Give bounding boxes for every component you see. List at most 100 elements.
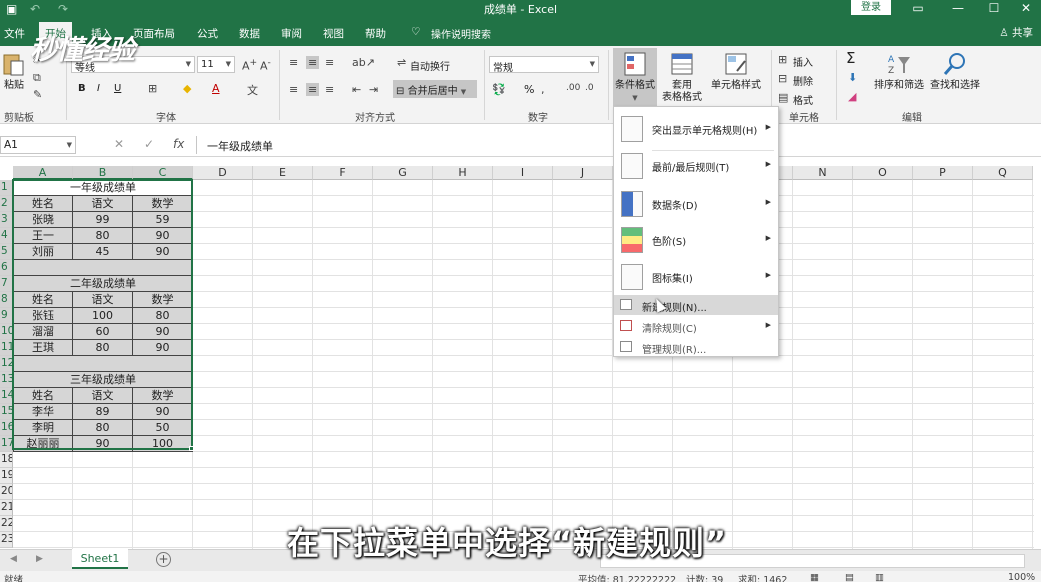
clear-icon[interactable]: ◢ — [848, 90, 856, 103]
tab-data[interactable]: 数据 — [239, 26, 260, 41]
table-data-cell[interactable]: 王一 — [13, 228, 73, 244]
data-bars-item[interactable]: 数据条(D) ▶ — [614, 189, 778, 219]
table-data-cell[interactable]: 90 — [133, 228, 193, 244]
copy-icon[interactable]: ⧉ — [33, 71, 41, 85]
page-break-view-icon[interactable]: ▥ — [875, 572, 884, 582]
sheet-tab-sheet1[interactable]: Sheet1 — [72, 549, 128, 569]
prev-sheet-icon[interactable]: ◀ — [10, 554, 17, 564]
table-data-cell[interactable]: 59 — [133, 212, 193, 228]
decrease-font-icon[interactable]: A- — [260, 57, 271, 73]
tab-page-layout[interactable]: 页面布局 — [133, 26, 175, 41]
row-header[interactable]: 5 — [0, 244, 13, 260]
row-header[interactable]: 1 — [0, 180, 13, 196]
table-data-cell[interactable]: 李华 — [13, 404, 73, 420]
row-header[interactable]: 17 — [0, 436, 13, 452]
column-header[interactable]: F — [313, 166, 373, 180]
column-header[interactable]: P — [913, 166, 973, 180]
table-header-cell[interactable]: 姓名 — [13, 292, 73, 308]
column-header[interactable]: H — [433, 166, 493, 180]
tab-file[interactable]: 文件 — [4, 26, 25, 41]
insert-cells-icon[interactable]: ⊞ — [778, 53, 787, 66]
format-cells-icon[interactable]: ▤ — [778, 91, 788, 104]
login-button[interactable]: 登录 — [851, 0, 891, 15]
row-header[interactable]: 19 — [0, 468, 13, 484]
cancel-icon[interactable]: ✕ — [114, 137, 124, 151]
paste-button[interactable]: 粘贴 — [1, 51, 27, 92]
new-rule-item[interactable]: 新建规则(N)... — [614, 295, 778, 315]
column-header[interactable]: Q — [973, 166, 1033, 180]
table-data-cell[interactable]: 50 — [133, 420, 193, 436]
column-header[interactable]: B — [73, 166, 133, 180]
row-header[interactable]: 9 — [0, 308, 13, 324]
row-header[interactable]: 6 — [0, 260, 13, 276]
number-format-select[interactable]: 常规 ▼ — [489, 56, 599, 74]
table-header-cell[interactable]: 数学 — [133, 388, 193, 404]
table-data-cell[interactable]: 100 — [73, 308, 133, 324]
add-sheet-button[interactable]: + — [156, 552, 171, 567]
table-data-cell[interactable]: 王琪 — [13, 340, 73, 356]
italic-button[interactable]: I — [97, 83, 100, 94]
cell-styles-button[interactable]: 单元格样式 — [708, 51, 764, 92]
format-as-table-button[interactable]: 套用 表格格式 — [658, 51, 706, 104]
minimize-button[interactable]: — — [943, 0, 973, 18]
table-title-cell[interactable]: 二年级成绩单 — [13, 276, 193, 292]
column-header[interactable]: C — [133, 166, 193, 180]
icon-sets-item[interactable]: 图标集(I) ▶ — [614, 262, 778, 292]
maximize-button[interactable]: ☐ — [979, 0, 1009, 18]
increase-decimal-icon[interactable]: .00 — [566, 83, 580, 93]
border-icon[interactable]: ⊞ — [148, 82, 157, 95]
table-data-cell[interactable]: 80 — [73, 340, 133, 356]
bold-button[interactable]: B — [78, 83, 86, 94]
insert-cells-button[interactable]: 插入 — [793, 54, 813, 69]
table-data-cell[interactable]: 刘丽 — [13, 244, 73, 260]
row-header[interactable]: 11 — [0, 340, 13, 356]
table-data-cell[interactable]: 溜溜 — [13, 324, 73, 340]
row-header[interactable]: 8 — [0, 292, 13, 308]
table-data-cell[interactable]: 89 — [73, 404, 133, 420]
tab-review[interactable]: 审阅 — [281, 26, 302, 41]
clear-rules-item[interactable]: 清除规则(C) ▶ — [614, 316, 778, 336]
row-header[interactable]: 10 — [0, 324, 13, 340]
table-header-cell[interactable]: 姓名 — [13, 388, 73, 404]
table-title-cell[interactable]: 三年级成绩单 — [13, 372, 193, 388]
tab-help[interactable]: 帮助 — [365, 26, 386, 41]
column-header[interactable]: A — [13, 166, 73, 180]
align-left-icon[interactable]: ≡ — [289, 83, 298, 96]
tab-view[interactable]: 视图 — [323, 26, 344, 41]
ribbon-display-icon[interactable]: ▭ — [903, 0, 933, 18]
fill-icon[interactable]: ⬇ — [848, 71, 857, 84]
decrease-decimal-icon[interactable]: .0 — [585, 83, 594, 93]
table-data-cell[interactable]: 张钰 — [13, 308, 73, 324]
table-data-cell[interactable]: 李明 — [13, 420, 73, 436]
table-data-cell[interactable]: 90 — [133, 404, 193, 420]
name-box[interactable]: A1 ▼ — [0, 136, 76, 154]
font-size-select[interactable]: 11 ▼ — [197, 56, 235, 73]
format-cells-button[interactable]: 格式 — [793, 92, 813, 107]
row-header[interactable]: 3 — [0, 212, 13, 228]
column-header[interactable]: O — [853, 166, 913, 180]
find-select-button[interactable]: 查找和选择 — [927, 51, 983, 92]
close-button[interactable]: ✕ — [1011, 0, 1041, 18]
decrease-indent-icon[interactable]: ⇤ — [352, 83, 361, 96]
normal-view-icon[interactable]: ▦ — [810, 572, 819, 582]
wrap-text-icon[interactable]: ⇌ — [397, 56, 406, 69]
table-header-cell[interactable]: 语文 — [73, 292, 133, 308]
table-data-cell[interactable]: 80 — [73, 420, 133, 436]
table-data-cell[interactable]: 45 — [73, 244, 133, 260]
row-header[interactable]: 16 — [0, 420, 13, 436]
sort-filter-button[interactable]: AZ 排序和筛选 — [873, 51, 925, 92]
phonetic-icon[interactable]: 文 — [247, 82, 258, 98]
insert-function-button[interactable]: fx — [173, 137, 184, 151]
top-bottom-rules-item[interactable]: 最前/最后规则(T) ▶ — [614, 151, 778, 181]
underline-button[interactable]: U — [114, 83, 121, 94]
align-middle-icon[interactable]: ≡ — [306, 56, 320, 69]
row-header[interactable]: 12 — [0, 356, 13, 372]
format-painter-icon[interactable]: ✎ — [33, 88, 42, 101]
share-button[interactable]: ♙ 共享 — [999, 25, 1033, 40]
align-right-icon[interactable]: ≡ — [325, 83, 334, 96]
comma-style-icon[interactable]: , — [541, 83, 545, 96]
color-scales-item[interactable]: 色阶(S) ▶ — [614, 225, 778, 255]
table-data-cell[interactable]: 60 — [73, 324, 133, 340]
column-header[interactable]: J — [553, 166, 613, 180]
row-header[interactable]: 21 — [0, 500, 13, 516]
